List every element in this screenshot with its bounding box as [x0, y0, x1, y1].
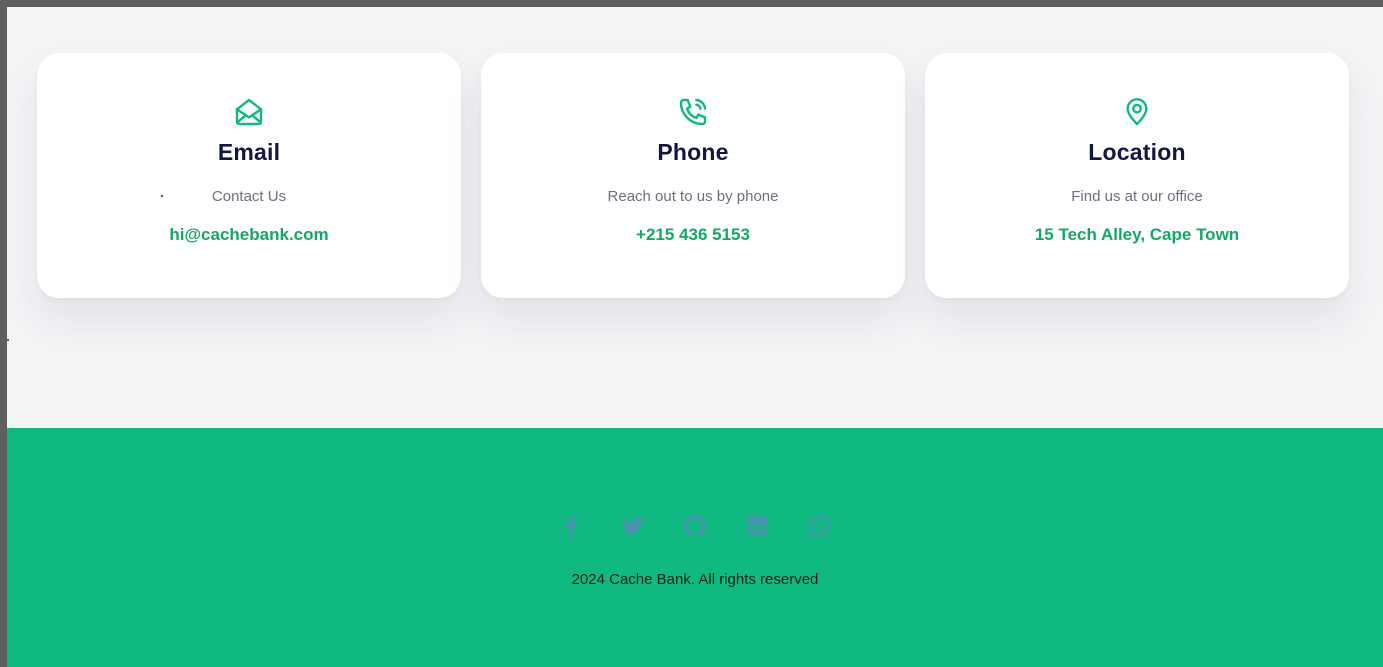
github-icon[interactable] — [679, 510, 711, 542]
map-pin-icon — [1120, 95, 1154, 129]
stray-dot-edge — [7, 339, 9, 341]
office-address-link[interactable]: 15 Tech Alley, Cape Town — [1035, 225, 1239, 245]
contact-page: Email Contact Us hi@cachebank.com Phone … — [7, 7, 1383, 667]
location-card-subtitle: Find us at our office — [1071, 188, 1203, 205]
email-address-link[interactable]: hi@cachebank.com — [169, 225, 328, 245]
email-card-title: Email — [217, 139, 281, 165]
phone-call-icon — [676, 95, 710, 129]
copyright-text: 2024 Cache Bank. All rights reserved — [571, 571, 819, 588]
location-card: Location Find us at our office 15 Tech A… — [925, 53, 1349, 298]
envelope-open-icon — [232, 95, 266, 129]
phone-card-title: Phone — [657, 139, 729, 165]
email-card-subtitle: Contact Us — [211, 188, 287, 205]
site-footer: 2024 Cache Bank. All rights reserved — [7, 428, 1383, 667]
twitter-icon[interactable] — [617, 510, 649, 542]
facebook-icon[interactable] — [555, 510, 587, 542]
location-card-title: Location — [1088, 139, 1186, 165]
phone-card: Phone Reach out to us by phone +215 436 … — [481, 53, 905, 298]
whatsapp-icon[interactable] — [803, 510, 835, 542]
phone-number-link[interactable]: +215 436 5153 — [636, 225, 750, 245]
email-card: Email Contact Us hi@cachebank.com — [37, 53, 461, 298]
contact-cards: Email Contact Us hi@cachebank.com Phone … — [37, 53, 1349, 298]
phone-card-subtitle: Reach out to us by phone — [607, 188, 779, 205]
linkedin-icon[interactable] — [741, 510, 773, 542]
stray-dot — [161, 195, 163, 197]
social-links — [7, 510, 1383, 542]
